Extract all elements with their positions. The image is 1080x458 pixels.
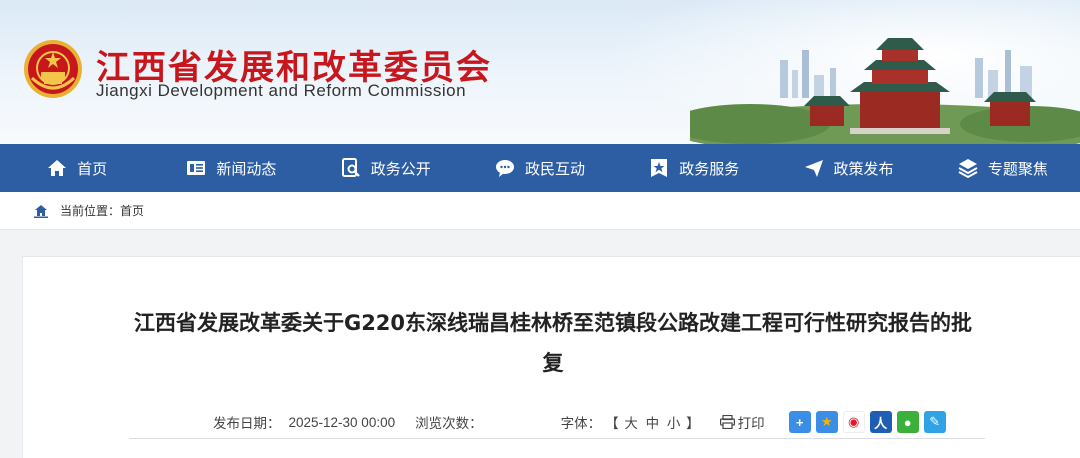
article-panel: 江西省发展改革委关于G220东深线瑞昌桂林桥至范镇段公路改建工程可行性研究报告的… bbox=[22, 256, 1080, 458]
layers-icon bbox=[958, 159, 978, 178]
nav-item-topics[interactable]: 专题聚焦 bbox=[926, 144, 1080, 192]
weibo-icon[interactable]: ◉ bbox=[842, 411, 865, 433]
renren-icon[interactable]: 人 bbox=[869, 411, 892, 433]
font-bracket-close: 】 bbox=[686, 416, 700, 431]
plus-share-icon[interactable]: + bbox=[788, 411, 811, 433]
home-icon bbox=[48, 160, 67, 176]
font-medium-button[interactable]: 中 bbox=[644, 416, 662, 431]
nav-item-label: 首页 bbox=[77, 160, 108, 178]
national-emblem-icon bbox=[24, 40, 82, 98]
nav-item-policy[interactable]: 政策发布 bbox=[771, 144, 925, 192]
tengwang-pavilion-illustration bbox=[690, 38, 1080, 144]
views-label: 浏览次数： bbox=[415, 416, 483, 431]
font-large-button[interactable]: 大 bbox=[622, 416, 640, 431]
nav-item-news[interactable]: 新闻动态 bbox=[154, 144, 308, 192]
nav-item-label: 政务公开 bbox=[370, 160, 431, 178]
font-small-button[interactable]: 小 bbox=[665, 416, 683, 431]
breadcrumb-home-link[interactable]: 首页 bbox=[120, 202, 144, 219]
breadcrumb-prefix: 当前位置： bbox=[60, 204, 121, 218]
site-subtitle: Jiangxi Development and Reform Commissio… bbox=[96, 81, 467, 100]
wechat-icon[interactable]: ● bbox=[896, 411, 919, 433]
breadcrumb: 当前位置： 首页 bbox=[0, 192, 1080, 230]
nav-item-home[interactable]: 首页 bbox=[0, 144, 154, 192]
printer-icon bbox=[719, 415, 735, 429]
document-search-icon bbox=[341, 158, 360, 177]
nav-item-label: 政务服务 bbox=[679, 160, 740, 178]
nav-item-gov-affairs[interactable]: 政务公开 bbox=[309, 144, 463, 192]
star-badge-icon bbox=[651, 159, 668, 177]
font-size-label: 字体： bbox=[560, 416, 602, 431]
date-label: 发布日期： bbox=[213, 416, 281, 431]
qzone-star-icon[interactable]: ★ bbox=[815, 411, 838, 433]
nav-item-services[interactable]: 政务服务 bbox=[617, 144, 771, 192]
meta-divider bbox=[129, 438, 985, 439]
nav-item-label: 新闻动态 bbox=[216, 160, 277, 178]
edit-share-icon[interactable]: ✎ bbox=[923, 411, 946, 433]
font-size-switcher: 【 大 中 小 】 bbox=[605, 412, 700, 432]
nav-item-label: 政策发布 bbox=[833, 160, 894, 178]
font-bracket-open: 【 bbox=[605, 416, 619, 431]
home-icon bbox=[34, 204, 48, 218]
header-banner: 江西省发展和改革委员会 Jiangxi Development and Refo… bbox=[0, 0, 1080, 144]
chat-icon bbox=[495, 160, 514, 177]
nav-item-label: 专题聚焦 bbox=[987, 160, 1048, 178]
news-icon bbox=[187, 161, 206, 175]
print-button[interactable]: 打印 bbox=[719, 412, 765, 432]
share-bar: + ★ ◉ 人 ● ✎ bbox=[788, 411, 946, 433]
print-label: 打印 bbox=[737, 416, 765, 431]
send-icon bbox=[804, 160, 823, 177]
nav-item-label: 政民互动 bbox=[524, 160, 585, 178]
article-meta: 发布日期： 2025-12-30 00:00 浏览次数： 字体： 【 大 中 小… bbox=[213, 411, 946, 433]
main-nav: 首页 新闻动态 政务公开 政民互动 政务服务 政策发布 专题聚焦 bbox=[0, 144, 1080, 192]
article-title: 江西省发展改革委关于G220东深线瑞昌桂林桥至范镇段公路改建工程可行性研究报告的… bbox=[133, 311, 973, 375]
nav-item-interaction[interactable]: 政民互动 bbox=[463, 144, 617, 192]
publish-date: 2025-12-30 00:00 bbox=[288, 414, 396, 430]
